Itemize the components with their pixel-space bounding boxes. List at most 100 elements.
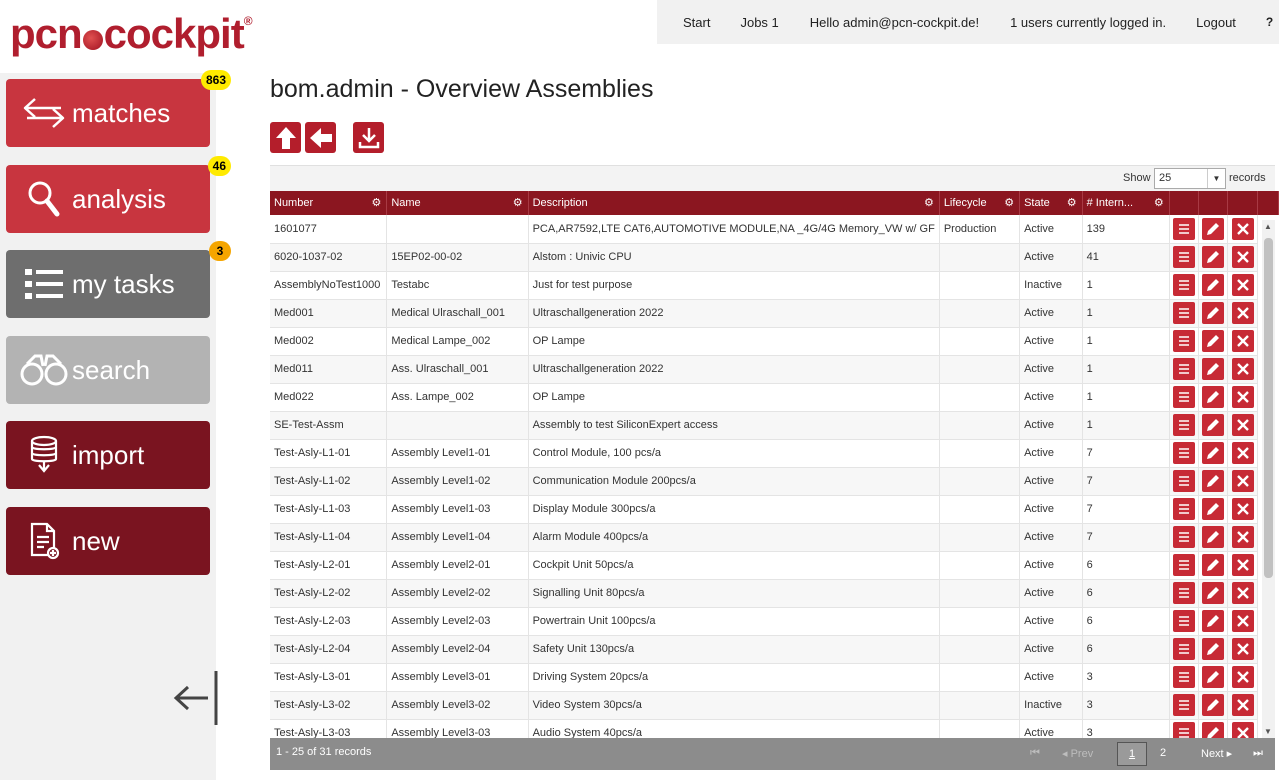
- sidebar-tile-import[interactable]: import: [6, 421, 210, 489]
- row-delete-button[interactable]: [1231, 498, 1254, 520]
- pcn-cockpit-logo[interactable]: pcn cockpit®: [10, 10, 253, 58]
- row-delete-button[interactable]: [1231, 442, 1254, 464]
- row-delete-button[interactable]: [1231, 414, 1254, 436]
- table-row[interactable]: Test-Asly-L1-03 Assembly Level1-03 Display…: [270, 495, 1279, 524]
- row-edit-button[interactable]: [1202, 442, 1225, 464]
- row-delete-button[interactable]: [1231, 666, 1254, 688]
- table-row[interactable]: Med022 Ass. Lampe_002 OP Lampe Active 1: [270, 383, 1279, 412]
- row-details-button[interactable]: [1173, 470, 1196, 492]
- column-header-3[interactable]: Lifecycle ⚙: [939, 191, 1021, 215]
- row-details-button[interactable]: [1173, 666, 1196, 688]
- download-button[interactable]: [353, 122, 384, 153]
- row-edit-button[interactable]: [1202, 610, 1225, 632]
- sidebar-tile-analysis[interactable]: analysis 46: [6, 156, 231, 233]
- row-edit-button[interactable]: [1202, 302, 1225, 324]
- sidebar-tile-new[interactable]: new: [6, 507, 210, 575]
- row-edit-button[interactable]: [1202, 694, 1225, 716]
- table-row[interactable]: AssemblyNoTest1000 Testabc Just for test p…: [270, 271, 1279, 300]
- column-header-4[interactable]: State ⚙: [1019, 191, 1083, 215]
- gear-icon[interactable]: ⚙: [1154, 196, 1164, 209]
- column-header-5[interactable]: # Intern... ⚙: [1082, 191, 1170, 215]
- row-details-button[interactable]: [1173, 414, 1196, 436]
- first-page-icon[interactable]: ⏮: [1030, 747, 1040, 760]
- row-edit-button[interactable]: [1202, 274, 1225, 296]
- gear-icon[interactable]: ⚙: [1067, 196, 1077, 209]
- scrollbar-thumb[interactable]: [1264, 238, 1273, 578]
- row-details-button[interactable]: [1173, 274, 1196, 296]
- help-icon[interactable]: ?: [1266, 15, 1273, 29]
- scroll-down-icon[interactable]: ▼: [1264, 727, 1272, 736]
- table-row[interactable]: Med001 Medical Ulraschall_001 Ultraschallg…: [270, 299, 1279, 328]
- row-delete-button[interactable]: [1231, 694, 1254, 716]
- nav-logout-link[interactable]: Logout: [1196, 15, 1236, 30]
- row-delete-button[interactable]: [1231, 386, 1254, 408]
- row-delete-button[interactable]: [1231, 274, 1254, 296]
- table-scrollbar[interactable]: ▲ ▼: [1262, 220, 1275, 738]
- row-edit-button[interactable]: [1202, 526, 1225, 548]
- collapse-sidebar-icon[interactable]: [172, 671, 218, 725]
- row-details-button[interactable]: [1173, 302, 1196, 324]
- table-row[interactable]: Med011 Ass. Ulraschall_001 Ultraschallgene…: [270, 355, 1279, 384]
- row-edit-button[interactable]: [1202, 414, 1225, 436]
- row-details-button[interactable]: [1173, 694, 1196, 716]
- row-edit-button[interactable]: [1202, 386, 1225, 408]
- row-delete-button[interactable]: [1231, 554, 1254, 576]
- row-edit-button[interactable]: [1202, 246, 1225, 268]
- row-delete-button[interactable]: [1231, 526, 1254, 548]
- table-row[interactable]: Test-Asly-L2-04 Assembly Level2-04 Safety …: [270, 635, 1279, 664]
- row-delete-button[interactable]: [1231, 302, 1254, 324]
- nav-start-link[interactable]: Start: [683, 15, 710, 30]
- row-edit-button[interactable]: [1202, 638, 1225, 660]
- last-page-icon[interactable]: ⏭: [1253, 747, 1263, 760]
- row-details-button[interactable]: [1173, 638, 1196, 660]
- row-delete-button[interactable]: [1231, 470, 1254, 492]
- row-delete-button[interactable]: [1231, 582, 1254, 604]
- row-details-button[interactable]: [1173, 554, 1196, 576]
- page-2-button[interactable]: 2: [1160, 747, 1166, 759]
- row-details-button[interactable]: [1173, 498, 1196, 520]
- row-delete-button[interactable]: [1231, 610, 1254, 632]
- row-details-button[interactable]: [1173, 330, 1196, 352]
- table-row[interactable]: Test-Asly-L3-01 Assembly Level3-01 Driving…: [270, 663, 1279, 692]
- row-details-button[interactable]: [1173, 358, 1196, 380]
- gear-icon[interactable]: ⚙: [371, 196, 381, 209]
- row-details-button[interactable]: [1173, 610, 1196, 632]
- page-size-select[interactable]: 25 ▼: [1154, 168, 1226, 189]
- row-edit-button[interactable]: [1202, 217, 1225, 240]
- row-details-button[interactable]: [1173, 386, 1196, 408]
- table-row[interactable]: SE-Test-Assm Assembly to test SiliconExpe…: [270, 411, 1279, 440]
- row-details-button[interactable]: [1173, 246, 1196, 268]
- row-edit-button[interactable]: [1202, 554, 1225, 576]
- row-delete-button[interactable]: [1231, 217, 1254, 240]
- row-edit-button[interactable]: [1202, 330, 1225, 352]
- table-row[interactable]: Test-Asly-L2-01 Assembly Level2-01 Cockpit…: [270, 551, 1279, 580]
- gear-icon[interactable]: ⚙: [1004, 196, 1014, 209]
- table-row[interactable]: Test-Asly-L2-02 Assembly Level2-02 Signall…: [270, 579, 1279, 608]
- row-edit-button[interactable]: [1202, 582, 1225, 604]
- next-page-button[interactable]: Next ▸: [1201, 747, 1232, 760]
- scroll-up-icon[interactable]: ▲: [1264, 222, 1272, 231]
- move-up-button[interactable]: [270, 122, 301, 153]
- column-header-2[interactable]: Description ⚙: [528, 191, 940, 215]
- row-delete-button[interactable]: [1231, 358, 1254, 380]
- page-1-button[interactable]: 1: [1117, 742, 1147, 766]
- table-row[interactable]: Test-Asly-L1-01 Assembly Level1-01 Control…: [270, 439, 1279, 468]
- row-delete-button[interactable]: [1231, 638, 1254, 660]
- table-row[interactable]: Med002 Medical Lampe_002 OP Lampe Active 1: [270, 327, 1279, 356]
- gear-icon[interactable]: ⚙: [924, 196, 934, 209]
- table-row[interactable]: Test-Asly-L2-03 Assembly Level2-03 Powertr…: [270, 607, 1279, 636]
- row-edit-button[interactable]: [1202, 470, 1225, 492]
- back-button[interactable]: [305, 122, 336, 153]
- prev-page-button[interactable]: ◂ Prev: [1062, 747, 1093, 760]
- row-details-button[interactable]: [1173, 217, 1196, 240]
- row-edit-button[interactable]: [1202, 666, 1225, 688]
- row-edit-button[interactable]: [1202, 358, 1225, 380]
- column-header-0[interactable]: Number ⚙: [270, 191, 388, 215]
- row-details-button[interactable]: [1173, 526, 1196, 548]
- table-row[interactable]: Test-Asly-L3-02 Assembly Level3-02 Video S…: [270, 691, 1279, 720]
- row-delete-button[interactable]: [1231, 246, 1254, 268]
- table-row[interactable]: Test-Asly-L1-02 Assembly Level1-02 Communi…: [270, 467, 1279, 496]
- column-header-1[interactable]: Name ⚙: [386, 191, 529, 215]
- sidebar-tile-my-tasks[interactable]: my tasks 3: [6, 241, 231, 318]
- row-details-button[interactable]: [1173, 442, 1196, 464]
